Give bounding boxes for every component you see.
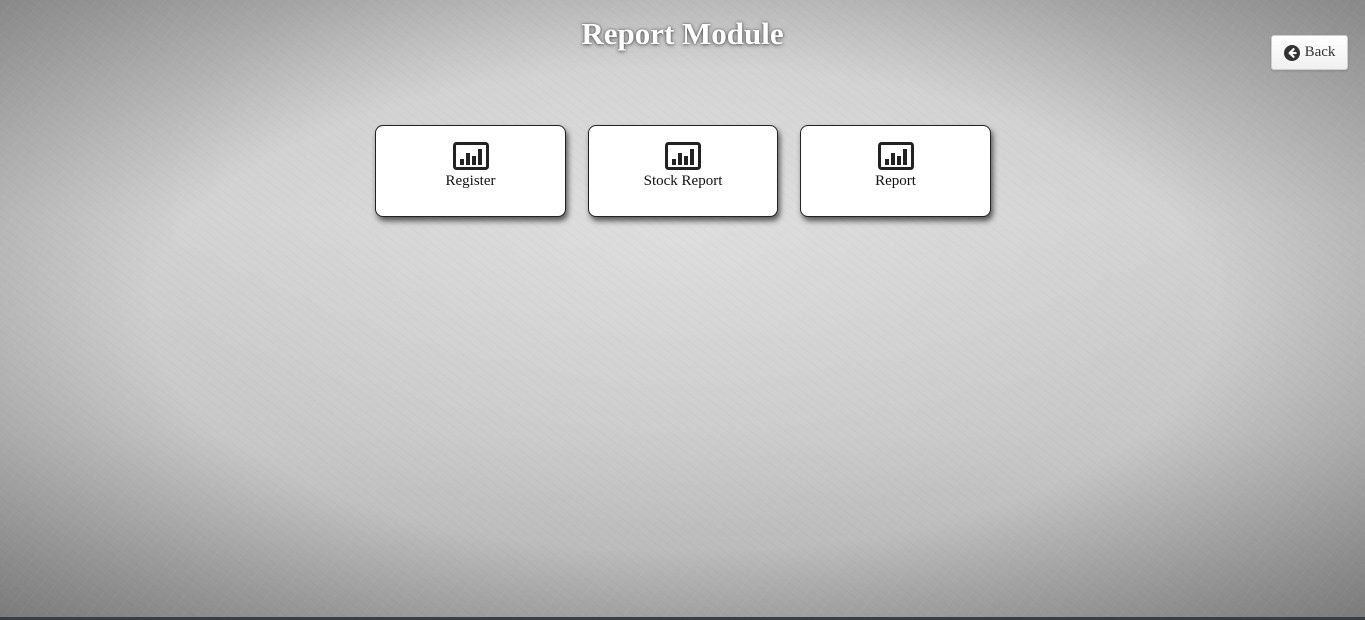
background-texture (0, 0, 1365, 620)
page-title: Report Module (581, 16, 784, 51)
bar-chart-icon (877, 142, 914, 170)
tile-report[interactable]: Report (800, 125, 991, 217)
report-tiles: Register Stock Report Report (375, 125, 991, 217)
tile-register[interactable]: Register (375, 125, 566, 217)
bar-chart-icon (452, 142, 489, 170)
tile-label: Stock Report (643, 173, 723, 189)
tile-label: Report (875, 173, 916, 189)
back-button-label: Back (1304, 44, 1336, 60)
tile-stock-report[interactable]: Stock Report (588, 125, 778, 217)
arrow-circle-left-icon (1283, 44, 1300, 61)
back-button[interactable]: Back (1271, 35, 1348, 70)
bar-chart-icon (665, 142, 701, 170)
tile-label: Register (445, 173, 496, 189)
